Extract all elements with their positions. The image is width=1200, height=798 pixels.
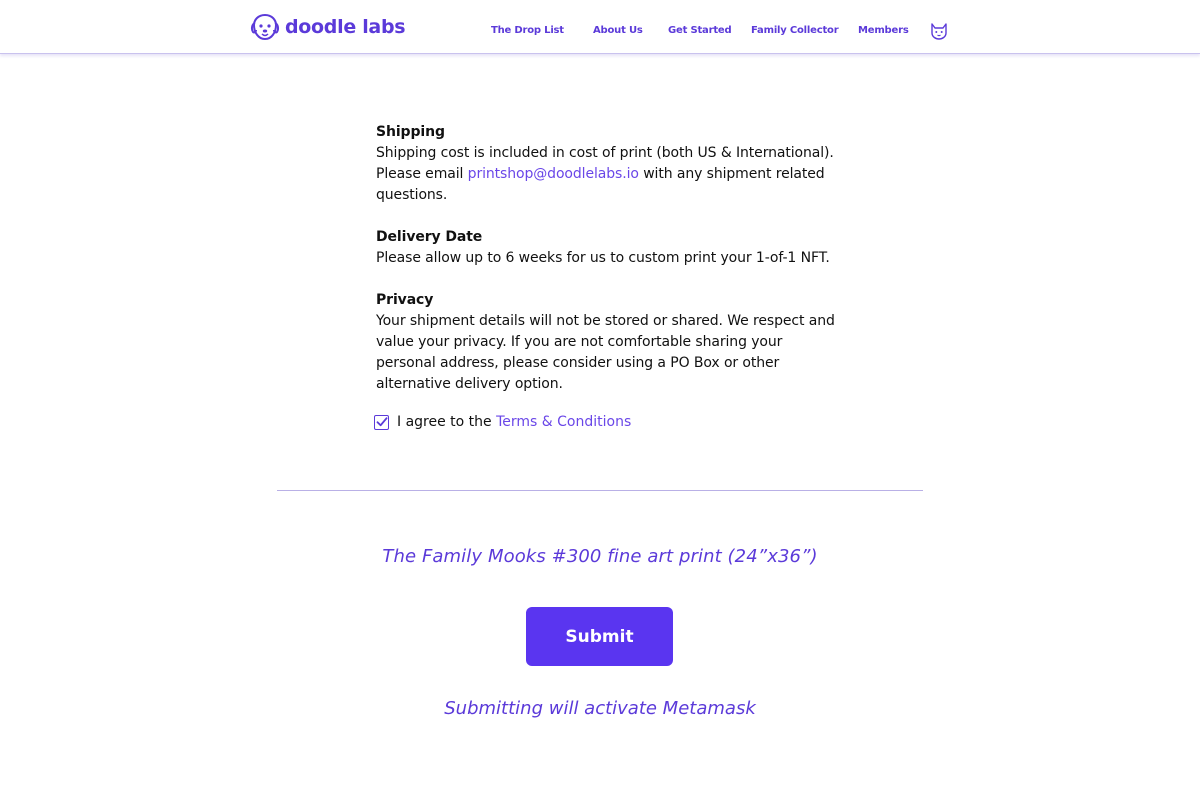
privacy-section: Privacy Your shipment details will not b… [376,290,846,395]
shipping-text: Shipping cost is included in cost of pri… [376,143,846,206]
doodle-face-logo-icon [250,13,280,41]
shipping-section: Shipping Shipping cost is included in co… [376,122,846,206]
delivery-section: Delivery Date Please allow up to 6 weeks… [376,227,846,269]
nav-get-started[interactable]: Get Started [668,25,732,36]
privacy-title: Privacy [376,292,434,308]
top-navigation-bar: doodle labs The Drop List About Us Get S… [0,0,1200,54]
checkmark-icon [376,417,387,427]
terms-checkbox[interactable] [374,414,389,430]
delivery-title: Delivery Date [376,229,483,245]
email-prefix: Please email [376,166,468,182]
printshop-email-link[interactable]: printshop@doodlelabs.io [468,166,639,182]
nav-about-us[interactable]: About Us [593,25,643,36]
nav-members[interactable]: Members [858,25,909,36]
agree-prefix: I agree to the [397,414,497,430]
terms-conditions-link[interactable]: Terms & Conditions [496,414,631,430]
privacy-text: Your shipment details will not be stored… [376,313,835,392]
metamask-note: Submitting will activate Metamask [444,698,756,719]
nav-family-collector[interactable]: Family Collector [751,25,839,36]
shipping-information: Shipping Shipping cost is included in co… [376,122,846,416]
product-title: The Family Mooks #300 fine art print (24… [382,546,818,567]
section-divider [277,490,923,491]
terms-agreement: I agree to the Terms & Conditions [374,411,631,433]
submit-button[interactable]: Submit [526,607,673,666]
delivery-text: Please allow up to 6 weeks for us to cus… [376,250,830,266]
shipping-title: Shipping [376,124,445,140]
brand-name: doodle labs [285,16,406,38]
shipping-line: Shipping cost is included in cost of pri… [376,145,834,161]
nav-the-drop-list[interactable]: The Drop List [491,25,564,36]
doodle-labs-logo[interactable]: doodle labs [250,12,406,42]
doodle-cat-icon[interactable] [930,22,948,40]
